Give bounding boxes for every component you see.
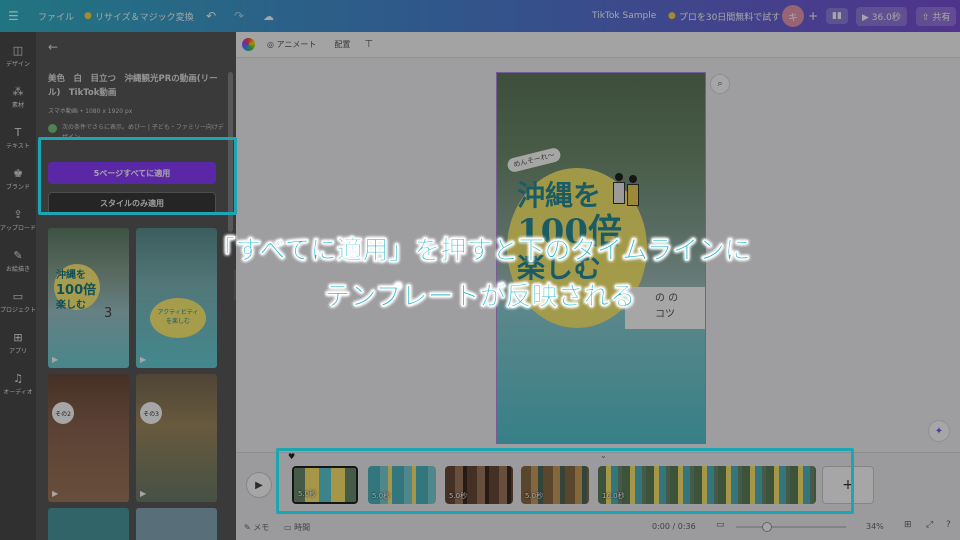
apps-icon: ⊞ <box>13 330 23 344</box>
timeline-play-button[interactable]: ▶ <box>246 472 272 498</box>
stats-icon: ▮▮ <box>826 8 848 24</box>
redo-icon[interactable]: ↷ <box>234 0 244 32</box>
share-button[interactable]: ⇧ 共有 <box>916 0 957 32</box>
edit-toolbar: ◎ アニメート 配置 ⊤ <box>236 32 960 58</box>
top-bar: ☰ ファイル ● リサイズ＆マジック変換 ↶ ↷ ☁ TikTok Sample… <box>0 0 960 32</box>
share-icon: ⇧ <box>922 12 933 23</box>
time-readout: 0:00 / 0:36 <box>652 522 696 531</box>
rail-item-1[interactable]: ⁂ 素材 <box>0 77 36 117</box>
rail-item-label: 素材 <box>11 101 24 109</box>
page-view-icon[interactable]: ▭ <box>716 520 725 530</box>
rail-item-2[interactable]: T テキスト <box>0 118 36 158</box>
play-icon: ▶ <box>52 355 59 364</box>
rail-item-3[interactable]: ♚ ブランド <box>0 159 36 199</box>
comment-icon[interactable]: ⌕ <box>710 74 730 94</box>
play-icon: ▶ <box>140 355 147 364</box>
animate-button[interactable]: ◎ アニメート <box>267 39 316 50</box>
file-menu[interactable]: ファイル <box>38 0 74 32</box>
play-button[interactable]: ▶ 36.0秒 <box>856 0 907 32</box>
brand-icon: ♚ <box>13 166 23 180</box>
elements-icon: ⁂ <box>12 84 24 98</box>
plus-icon[interactable]: + <box>808 0 818 32</box>
grid-view-icon[interactable]: ⊞ <box>904 520 912 530</box>
highlight-apply-buttons <box>38 137 237 215</box>
audio-icon: ♫ <box>13 371 23 385</box>
rail-item-8[interactable]: ♫ オーディオ <box>0 364 36 404</box>
zoom-slider-knob[interactable] <box>761 522 772 532</box>
play-icon: ▶ <box>862 12 872 23</box>
color-wheel-icon[interactable] <box>242 38 255 51</box>
play-icon: ▶ <box>140 489 147 498</box>
upload-icon: ⇪ <box>13 207 23 221</box>
template-size: スマホ動画 • 1080 x 1920 px <box>48 108 133 115</box>
pro-trial-button[interactable]: ● プロを30日間無料で試す <box>668 0 780 32</box>
resize-magic-button[interactable]: ● リサイズ＆マジック変換 <box>84 0 194 32</box>
document-title[interactable]: TikTok Sample <box>592 0 656 32</box>
rail-item-7[interactable]: ⊞ アプリ <box>0 323 36 363</box>
paint-roller-icon[interactable]: ⊤ <box>364 39 373 50</box>
animate-icon: ◎ <box>267 40 277 49</box>
template-thumbnail[interactable] <box>48 508 129 540</box>
notice-icon <box>48 124 57 133</box>
timer-icon: ▭ <box>284 523 295 532</box>
template-thumbnail[interactable]: その3 ▶ <box>136 374 217 502</box>
thumbnail-text: その3 <box>140 402 162 424</box>
undo-icon[interactable]: ↶ <box>206 0 216 32</box>
zoom-slider[interactable] <box>736 522 846 532</box>
rail-item-0[interactable]: ◫ デザイン <box>0 36 36 76</box>
position-button[interactable]: 配置 <box>334 39 350 50</box>
couple-illustration <box>613 173 643 233</box>
play-icon: ▶ <box>52 489 59 498</box>
notes-button[interactable]: ✎ メモ <box>244 522 269 533</box>
arrow-left-icon[interactable]: ← <box>48 40 58 54</box>
fullscreen-icon[interactable]: ⤢ <box>926 520 933 530</box>
help-icon[interactable]: ? <box>946 520 951 530</box>
timer-button[interactable]: ▭ 時間 <box>284 522 310 533</box>
tutorial-caption-line-1: 「すべてに適用」を押すと下のタイムラインに <box>209 236 751 266</box>
magic-assistant-icon[interactable]: ✦ <box>928 420 950 442</box>
zoom-level: 34% <box>866 522 884 531</box>
notes-icon: ✎ <box>244 523 254 532</box>
highlight-timeline <box>276 448 854 514</box>
template-thumbnail[interactable]: その2 ▶ <box>48 374 129 502</box>
avatar[interactable]: キ <box>782 0 804 32</box>
rail-item-label: ブランド <box>5 183 30 191</box>
thumbnail-text: その2 <box>52 402 74 424</box>
magic-icon: ● <box>84 11 92 21</box>
rail-item-label: アプリ <box>8 347 27 355</box>
tutorial-caption-line-2: テンプレートが反映される <box>324 282 636 312</box>
cloud-icon[interactable]: ☁ <box>263 0 274 32</box>
text-icon: T <box>14 125 22 139</box>
hamburger-icon[interactable]: ☰ <box>8 0 19 32</box>
stats-button[interactable]: ▮▮ <box>826 0 848 32</box>
rail-item-label: テキスト <box>6 142 30 150</box>
template-thumbnail[interactable] <box>136 508 217 540</box>
rail-item-label: オーディオ <box>3 388 33 396</box>
crown-icon: ● <box>668 11 676 21</box>
layout-icon: ◫ <box>12 43 24 57</box>
rail-item-label: デザイン <box>5 60 30 68</box>
template-title: 美色 白 目立つ 沖縄観光PRの動画(リール) TikTok動画 <box>48 74 218 98</box>
